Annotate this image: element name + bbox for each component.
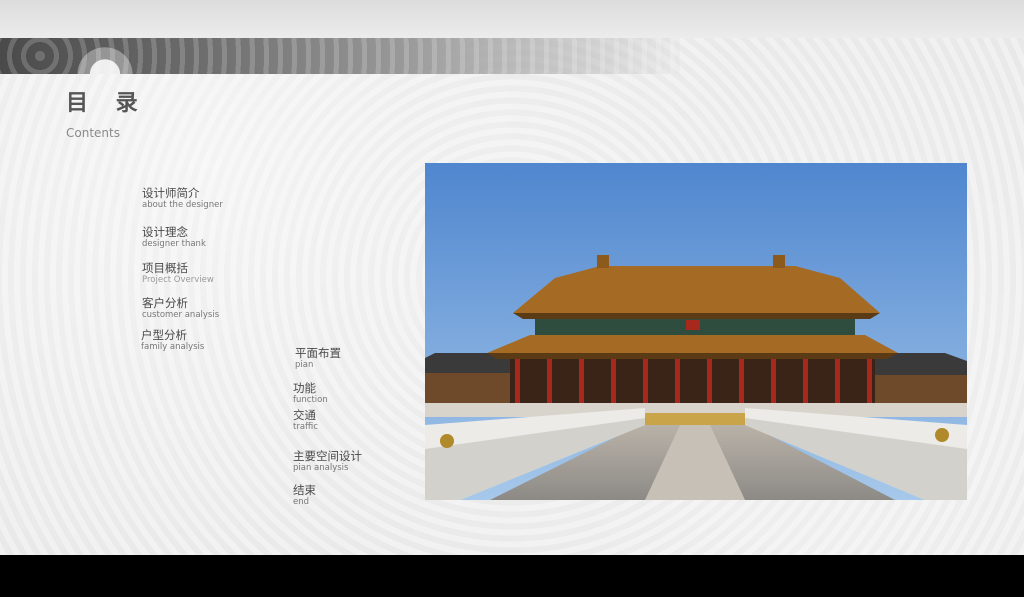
toc-item-plan-layout[interactable]: 平面布置 pian [295, 346, 341, 371]
toc-item-title: 平面布置 [295, 346, 341, 360]
page-subtitle: Contents [66, 126, 120, 140]
bronze-vat-left [440, 434, 454, 448]
ridge-ornament-right [773, 255, 785, 268]
toc-item-project-overview[interactable]: 项目概括 Project Overview [142, 261, 214, 286]
palace-photo [425, 163, 967, 500]
toc-item-title: 结束 [293, 483, 316, 497]
toc-item-subtitle: end [293, 497, 310, 507]
toc-item-subtitle: Project Overview [142, 275, 214, 285]
upper-eave [513, 313, 880, 319]
bronze-vat-right [935, 428, 949, 442]
toc-item-title: 户型分析 [141, 328, 187, 342]
toc-item-title: 设计理念 [142, 225, 188, 239]
toc-item-title: 设计师简介 [142, 186, 200, 200]
toc-item-end[interactable]: 结束 end [293, 483, 316, 508]
toc-item-subtitle: family analysis [141, 342, 205, 352]
toc-item-designer-intro[interactable]: 设计师简介 about the designer [142, 186, 223, 211]
toc-item-title: 主要空间设计 [293, 449, 362, 463]
top-band [0, 0, 1024, 38]
central-stairs [640, 413, 750, 427]
toc-item-title: 功能 [293, 381, 316, 395]
toc-item-subtitle: pian analysis [293, 463, 349, 473]
hall-facade [510, 359, 875, 405]
toc-item-subtitle: designer thank [142, 239, 206, 249]
toc-item-function[interactable]: 功能 function [293, 381, 328, 406]
toc-item-subtitle: customer analysis [142, 310, 220, 320]
lower-roof [487, 335, 898, 353]
toc-item-main-space-design[interactable]: 主要空间设计 pian analysis [293, 449, 362, 474]
bottom-black-bar [0, 555, 1024, 597]
toc-item-subtitle: function [293, 395, 328, 405]
toc-item-subtitle: pian [295, 360, 314, 370]
slide-background: 目 录 Contents 设计师简介 about the designer 设计… [0, 0, 1024, 555]
toc-item-title: 客户分析 [142, 296, 188, 310]
page-title: 目 录 [66, 91, 148, 116]
ridge-ornament-left [597, 255, 609, 268]
name-plaque [686, 320, 700, 330]
toc-item-traffic[interactable]: 交通 traffic [293, 408, 318, 433]
toc-item-title: 项目概括 [142, 261, 188, 275]
damask-medallion-icon [70, 40, 140, 74]
toc-item-design-concept[interactable]: 设计理念 designer thank [142, 225, 206, 250]
toc-item-floorplan-analysis[interactable]: 户型分析 family analysis [141, 328, 204, 353]
toc-item-subtitle: about the designer [142, 200, 223, 210]
toc-item-customer-analysis[interactable]: 客户分析 customer analysis [142, 296, 219, 321]
ornament-banner [0, 38, 680, 74]
lower-eave [487, 353, 898, 359]
toc-item-title: 交通 [293, 408, 316, 422]
toc-item-subtitle: traffic [293, 422, 318, 432]
